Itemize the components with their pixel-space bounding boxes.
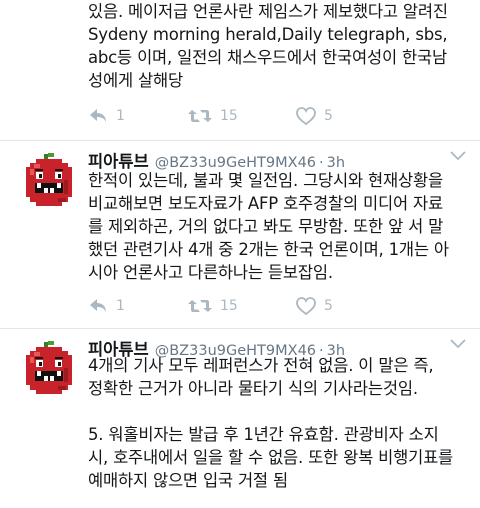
like-button[interactable]: 5: [296, 297, 333, 315]
heart-icon: [296, 297, 316, 315]
tweet-card[interactable]: 피아튜브 @BZ33u9GeHT9MX46 · 3h 4개의 기사 모두 레퍼런…: [0, 336, 480, 508]
chevron-down-icon[interactable]: [450, 150, 466, 162]
tweet-actions: 1 15 5: [88, 297, 388, 319]
tweet-text: 한적이 있는데, 불과 몇 일전임. 그당시와 현재상황을 비교해보면 보도자료…: [88, 171, 449, 282]
reply-icon: [90, 109, 106, 122]
chevron-down-icon[interactable]: [450, 338, 466, 350]
tweet-card[interactable]: 피아튜브 @BZ33u9GeHT9MX46 · 3h 한적이 있는데, 불과 몇…: [0, 148, 480, 323]
divider: [0, 328, 480, 329]
retweet-button[interactable]: 15: [188, 107, 238, 125]
avatar[interactable]: [18, 338, 80, 400]
tweet-actions: 1 15 5: [88, 107, 388, 129]
tweet-header: 피아튜브 @BZ33u9GeHT9MX46 · 3h: [88, 336, 345, 359]
avatar[interactable]: [18, 150, 80, 212]
retweet-count: 15: [220, 108, 238, 124]
tweet-header: 피아튜브 @BZ33u9GeHT9MX46 · 3h: [88, 148, 345, 171]
retweet-icon: [188, 300, 212, 312]
tweet-card[interactable]: 있음. 메이저급 언론사란 제임스가 제보했다고 알려진 Sydeny morn…: [0, 0, 480, 132]
tweet-text: 있음. 메이저급 언론사란 제임스가 제보했다고 알려진 Sydeny morn…: [88, 2, 448, 90]
tweet-text: 4개의 기사 모두 레퍼런스가 전혀 없음. 이 말은 즉, 정확한 근거가 아…: [88, 356, 454, 490]
reply-icon: [90, 299, 106, 312]
like-count: 5: [324, 298, 333, 314]
like-button[interactable]: 5: [296, 107, 333, 125]
like-count: 5: [324, 108, 333, 124]
reply-count: 1: [116, 298, 125, 314]
reply-count: 1: [116, 108, 125, 124]
heart-icon: [296, 107, 316, 125]
divider: [0, 140, 480, 141]
reply-button[interactable]: 1: [88, 297, 125, 315]
retweet-count: 15: [220, 298, 238, 314]
reply-button[interactable]: 1: [88, 107, 125, 125]
retweet-icon: [188, 110, 212, 122]
retweet-button[interactable]: 15: [188, 297, 238, 315]
